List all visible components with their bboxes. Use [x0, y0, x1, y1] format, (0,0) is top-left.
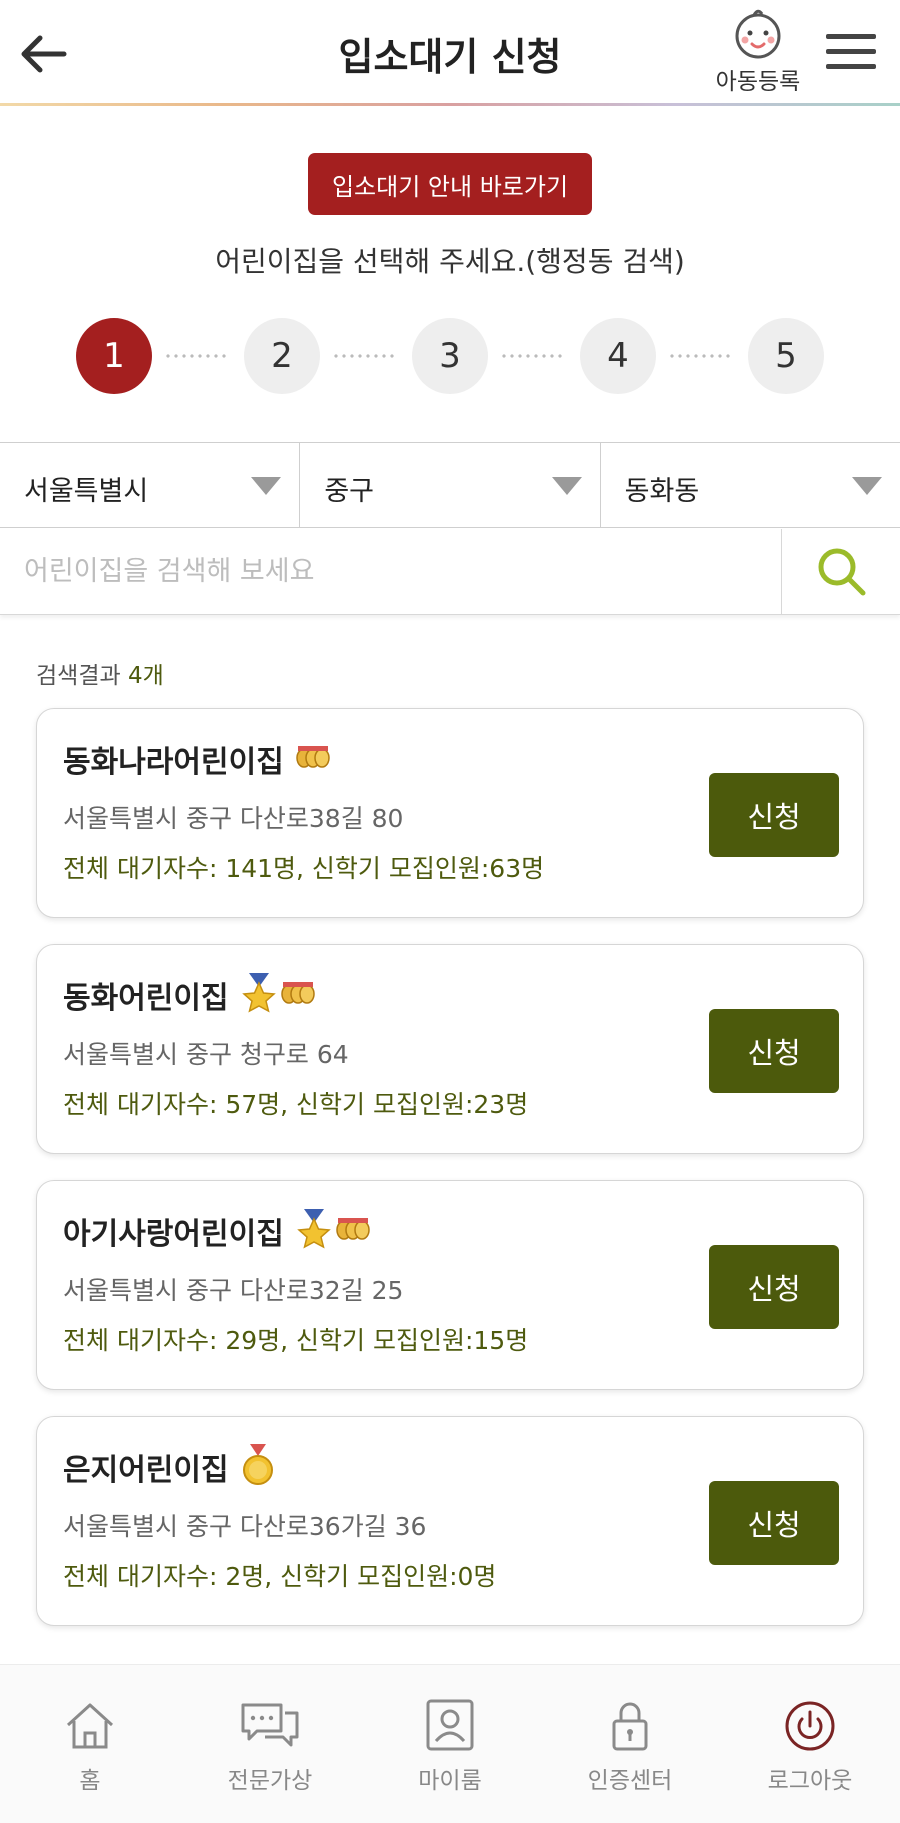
daycare-name-row: 동화어린이집 [63, 973, 315, 1017]
step-indicator: 1 2 3 4 5 [76, 318, 824, 394]
step-connector [668, 354, 734, 358]
result-count: 검색결과 4개 [36, 656, 164, 690]
result-count-value: 4개 [127, 663, 164, 689]
result-count-label: 검색결과 [36, 663, 121, 689]
daycare-address: 서울특별시 중구 다산로38길 80 [63, 804, 404, 833]
nav-auth-center-label: 인증센터 [587, 1768, 673, 1794]
bottom-nav: 홈 전문가상 마이룸 인증센터 로그아웃 [0, 1664, 900, 1823]
step-4: 4 [580, 318, 656, 394]
step-3: 3 [412, 318, 488, 394]
district-select-value: 중구 [324, 476, 375, 507]
guide-link-button[interactable]: 입소대기 안내 바로가기 [308, 153, 592, 215]
nav-home-label: 홈 [79, 1768, 101, 1794]
daycare-address: 서울특별시 중구 다산로36가길 36 [63, 1512, 427, 1541]
instruction-text: 어린이집을 선택해 주세요.(행정동 검색) [215, 245, 685, 278]
daycare-list: 동화나라어린이집 서울특별시 중구 다산로38길 80 전체 대기자수: 141… [36, 708, 864, 1652]
daycare-name: 은지어린이집 [63, 1453, 229, 1488]
nav-expert-consult-label: 전문가상 [227, 1768, 313, 1794]
daycare-address: 서울특별시 중구 청구로 64 [63, 1040, 349, 1069]
daycare-waitlist-stats: 전체 대기자수: 2명, 신학기 모집인원:0명 [63, 1562, 497, 1591]
lock-icon [612, 1702, 648, 1751]
home-icon [66, 1703, 114, 1749]
step-1: 1 [76, 318, 152, 394]
daycare-waitlist-stats: 전체 대기자수: 29명, 신학기 모집인원:15명 [63, 1326, 529, 1355]
person-icon [426, 1699, 474, 1751]
nav-my-room-label: 마이룸 [418, 1768, 482, 1794]
power-icon [785, 1701, 835, 1751]
apply-button[interactable]: 신청 [709, 1009, 839, 1093]
chat-icon [241, 1703, 299, 1747]
nav-home[interactable]: 홈 [0, 1665, 180, 1823]
daycare-card: 동화나라어린이집 서울특별시 중구 다산로38길 80 전체 대기자수: 141… [36, 708, 864, 918]
daycare-card: 은지어린이집 서울특별시 중구 다산로36가길 36 전체 대기자수: 2명, … [36, 1416, 864, 1626]
daycare-address: 서울특별시 중구 다산로32길 25 [63, 1276, 404, 1305]
daycare-name: 아기사랑어린이집 [63, 1217, 284, 1252]
dropdown-arrow-icon [851, 477, 882, 495]
daycare-name-row: 은지어린이집 [63, 1444, 275, 1490]
apply-button[interactable]: 신청 [709, 773, 839, 857]
search-input[interactable] [0, 529, 782, 614]
hamburger-line [826, 64, 876, 69]
search-button[interactable] [783, 529, 900, 614]
star-medal-icon [241, 973, 277, 1017]
nav-expert-consult[interactable]: 전문가상 [180, 1665, 360, 1823]
coins-icon [296, 744, 330, 774]
daycare-name-row: 아기사랑어린이집 [63, 1209, 370, 1253]
step-2: 2 [244, 318, 320, 394]
nav-logout[interactable]: 로그아웃 [720, 1665, 900, 1823]
daycare-waitlist-stats: 전체 대기자수: 141명, 신학기 모집인원:63명 [63, 854, 545, 883]
coins-icon [280, 980, 315, 1010]
apply-button[interactable]: 신청 [709, 1245, 839, 1329]
dong-select-value: 동화동 [624, 476, 700, 507]
step-connector [332, 354, 398, 358]
district-select[interactable]: 중구 [300, 443, 601, 527]
hamburger-icon [826, 34, 876, 39]
region-selectors: 서울특별시 중구 동화동 [0, 442, 900, 528]
daycare-card: 아기사랑어린이집 서울특별시 중구 다산로32길 25 전체 대기자수: 29명… [36, 1180, 864, 1390]
apply-button[interactable]: 신청 [709, 1481, 839, 1565]
dong-select[interactable]: 동화동 [601, 443, 900, 527]
daycare-waitlist-stats: 전체 대기자수: 57명, 신학기 모집인원:23명 [63, 1090, 529, 1119]
baby-face-icon [735, 9, 781, 59]
nav-auth-center[interactable]: 인증센터 [540, 1665, 720, 1823]
hamburger-line [826, 49, 876, 54]
search-icon [818, 548, 865, 595]
step-connector [500, 354, 566, 358]
nav-logout-label: 로그아웃 [767, 1768, 853, 1794]
daycare-name: 동화나라어린이집 [63, 745, 284, 780]
city-select-value: 서울특별시 [24, 476, 149, 507]
daycare-name: 동화어린이집 [63, 981, 229, 1016]
step-connector [164, 354, 230, 358]
daycare-name-row: 동화나라어린이집 [63, 737, 330, 781]
child-register-label: 아동등록 [715, 69, 801, 95]
daycare-card: 동화어린이집 서울특별시 중구 청구로 64 전체 대기자수: 57명, 신학기… [36, 944, 864, 1154]
app-header: 입소대기 신청 아동등록 [0, 0, 900, 106]
nav-my-room[interactable]: 마이룸 [360, 1665, 540, 1823]
gold-medal-icon [241, 1444, 275, 1490]
child-register-button[interactable]: 아동등록 [704, 6, 812, 100]
step-5: 5 [748, 318, 824, 394]
star-medal-icon [296, 1209, 332, 1253]
menu-button[interactable] [826, 34, 876, 74]
coins-icon [336, 1216, 370, 1246]
dropdown-arrow-icon [251, 477, 282, 495]
search-bar [0, 529, 900, 615]
dropdown-arrow-icon [551, 477, 582, 495]
header-divider [0, 103, 900, 106]
city-select[interactable]: 서울특별시 [0, 443, 301, 527]
